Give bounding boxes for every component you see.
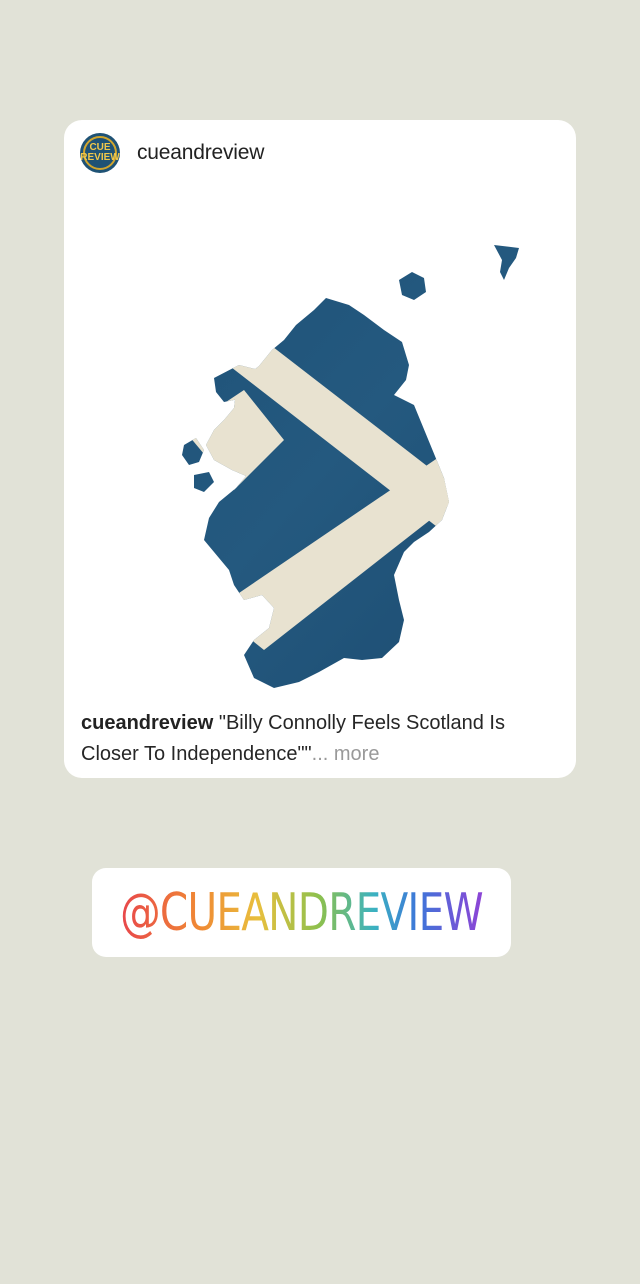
post-username[interactable]: cueandreview (137, 141, 264, 165)
avatar-logo: CUE REVIEW (80, 142, 120, 163)
scotland-flag-map-image (64, 180, 576, 760)
avatar[interactable]: CUE REVIEW (80, 133, 120, 173)
post-caption: cueandreview "Billy Connolly Feels Scotl… (81, 708, 561, 770)
post-card[interactable]: CUE REVIEW cueandreview cueandreview "Bi… (64, 120, 576, 778)
mention-sticker[interactable]: @CUEANDREVIEW (92, 868, 511, 957)
mention-text: @CUEANDREVIEW (120, 882, 483, 943)
more-link[interactable]: ... more (312, 743, 380, 765)
post-header: CUE REVIEW cueandreview (80, 132, 264, 174)
caption-username[interactable]: cueandreview (81, 712, 213, 734)
